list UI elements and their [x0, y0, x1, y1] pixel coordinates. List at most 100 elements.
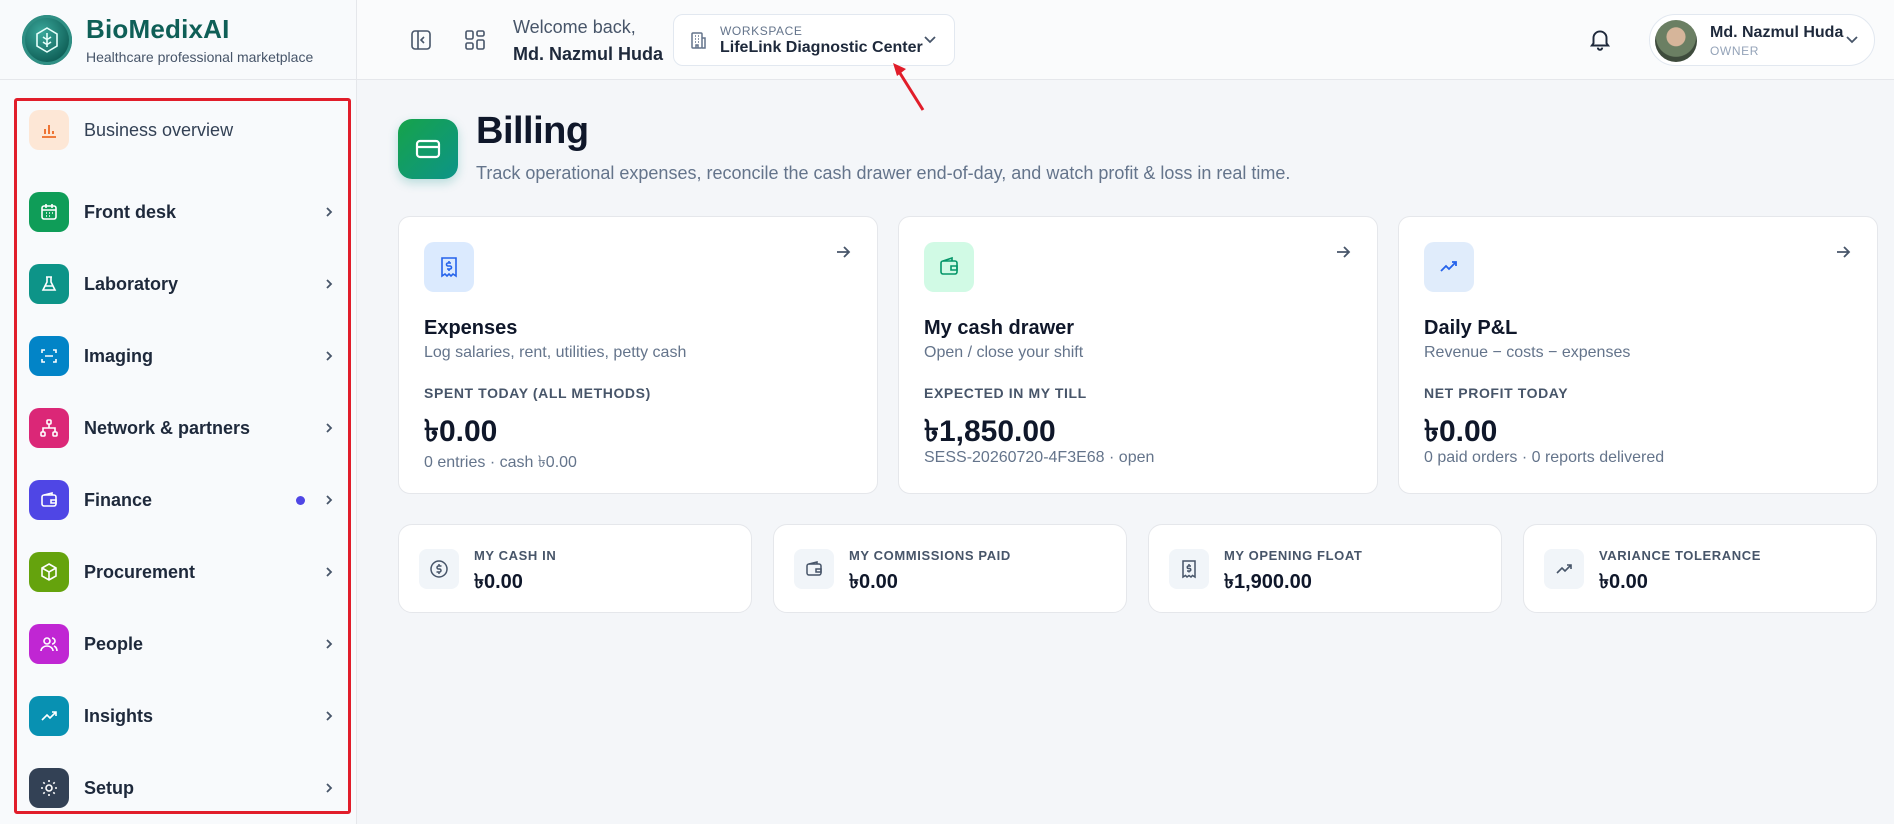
workspace-value: LifeLink Diagnostic Center — [720, 39, 923, 56]
brand[interactable]: BioMedixAI Healthcare professional marke… — [0, 0, 357, 80]
workspace-label: WORKSPACE — [720, 24, 803, 38]
sidebar-item-finance[interactable]: Finance — [29, 477, 339, 523]
chevron-right-icon — [319, 274, 339, 294]
trend-up-icon — [1544, 549, 1584, 589]
gear-icon — [29, 768, 69, 808]
sidebar-item-label: Insights — [84, 705, 154, 726]
card-footer: 0 paid orders · 0 reports delivered — [1424, 449, 1665, 466]
card-metric-label: NET PROFIT TODAY — [1424, 385, 1569, 401]
chevron-down-icon — [1844, 31, 1860, 52]
welcome-user: Md. Nazmul Huda — [513, 44, 664, 64]
users-icon — [29, 624, 69, 664]
card-footer: SESS-20260720-4F3E68 · open — [924, 449, 1155, 466]
sidebar-item-label: Setup — [84, 777, 135, 798]
welcome-text: Welcome back, — [513, 17, 636, 37]
card-title: Daily P&L — [1424, 317, 1518, 339]
bar-chart-icon — [29, 110, 69, 150]
my-opening-float-card: MY OPENING FLOAT ৳1,900.00 — [1148, 524, 1502, 613]
apps-grid-button[interactable] — [461, 26, 489, 54]
brand-name: BioMedixAI — [86, 14, 230, 44]
daily-pl-card[interactable]: Daily P&L Revenue − costs − expenses NET… — [1398, 216, 1878, 494]
welcome-message: Welcome back, Md. Nazmul Huda — [513, 17, 663, 65]
card-footer: 0 entries · cash ৳0.00 — [424, 454, 577, 471]
arrow-right-icon[interactable] — [834, 243, 852, 266]
trend-icon — [29, 696, 69, 736]
logo-icon — [22, 14, 72, 65]
wallet-icon — [794, 549, 834, 589]
card-description: Log salaries, rent, utilities, petty cas… — [424, 344, 687, 361]
mini-card-value: ৳1,900.00 — [1224, 571, 1312, 593]
card-metric-label: SPENT TODAY (ALL METHODS) — [424, 385, 651, 401]
expenses-card[interactable]: Expenses Log salaries, rent, utilities, … — [398, 216, 878, 494]
wallet-icon — [924, 242, 974, 292]
chevron-right-icon — [319, 634, 339, 654]
card-title: My cash drawer — [924, 317, 1075, 339]
sidebar-item-label: Business overview — [84, 119, 234, 140]
sidebar-item-insights[interactable]: Insights — [29, 693, 339, 739]
mini-card-label: MY OPENING FLOAT — [1224, 548, 1363, 563]
mini-card-label: VARIANCE TOLERANCE — [1599, 548, 1761, 563]
sidebar-item-business-overview[interactable]: Business overview — [29, 107, 339, 153]
arrow-right-icon[interactable] — [1834, 243, 1852, 266]
mini-card-value: ৳0.00 — [474, 571, 523, 593]
receipt-icon — [1169, 549, 1209, 589]
sidebar-item-label: Imaging — [84, 345, 154, 366]
user-menu[interactable]: Md. Nazmul Huda OWNER — [1649, 14, 1875, 66]
page-subtitle: Track operational expenses, reconcile th… — [476, 163, 1291, 183]
user-role: OWNER — [1710, 44, 1759, 58]
chevron-right-icon — [319, 346, 339, 366]
sidebar-item-procurement[interactable]: Procurement — [29, 549, 339, 595]
sidebar-item-front-desk[interactable]: Front desk — [29, 189, 339, 235]
chevron-right-icon — [319, 490, 339, 510]
card-description: Revenue − costs − expenses — [1424, 344, 1631, 361]
credit-card-icon — [398, 119, 458, 179]
chevron-right-icon — [319, 706, 339, 726]
calendar-icon — [29, 192, 69, 232]
sidebar-item-network-partners[interactable]: Network & partners — [29, 405, 339, 451]
sidebar-item-people[interactable]: People — [29, 621, 339, 667]
flask-icon — [29, 264, 69, 304]
sidebar-item-setup[interactable]: Setup — [29, 765, 339, 811]
sidebar-item-imaging[interactable]: Imaging — [29, 333, 339, 379]
sidebar-nav: Business overview Front desk Laboratory … — [14, 98, 351, 814]
sidebar-item-label: Front desk — [84, 201, 177, 222]
dollar-circle-icon — [419, 549, 459, 589]
sidebar-item-label: Network & partners — [84, 417, 251, 438]
sidebar-item-label: Laboratory — [84, 273, 179, 294]
mini-card-label: MY COMMISSIONS PAID — [849, 548, 1011, 563]
sidebar-item-label: Finance — [84, 489, 153, 510]
avatar — [1655, 20, 1697, 62]
my-cash-in-card: MY CASH IN ৳0.00 — [398, 524, 752, 613]
collapse-sidebar-button[interactable] — [407, 26, 435, 54]
chevron-right-icon — [319, 562, 339, 582]
network-icon — [29, 408, 69, 448]
trend-up-icon — [1424, 242, 1474, 292]
notifications-bell-icon[interactable] — [1587, 26, 1613, 57]
building-icon — [688, 30, 708, 55]
box-icon — [29, 552, 69, 592]
chevron-right-icon — [319, 418, 339, 438]
wallet-icon — [29, 480, 69, 520]
scan-icon — [29, 336, 69, 376]
arrow-right-icon[interactable] — [1334, 243, 1352, 266]
chevron-right-icon — [319, 202, 339, 222]
receipt-icon — [424, 242, 474, 292]
card-description: Open / close your shift — [924, 344, 1084, 361]
card-metric-label: EXPECTED IN MY TILL — [924, 385, 1087, 401]
workspace-selector[interactable]: WORKSPACE LifeLink Diagnostic Center — [673, 14, 955, 66]
notification-dot — [296, 495, 305, 505]
page-title: Billing — [476, 110, 589, 152]
sidebar-item-laboratory[interactable]: Laboratory — [29, 261, 339, 307]
chevron-down-icon — [922, 31, 938, 52]
mini-card-value: ৳0.00 — [849, 571, 898, 593]
annotation-arrow-icon — [893, 63, 925, 111]
card-title: Expenses — [424, 317, 518, 339]
sidebar: BioMedixAI Healthcare professional marke… — [0, 0, 357, 824]
chevron-right-icon — [319, 778, 339, 798]
sidebar-item-label: People — [84, 633, 144, 654]
my-commissions-paid-card: MY COMMISSIONS PAID ৳0.00 — [773, 524, 1127, 613]
top-header: Welcome back, Md. Nazmul Huda WORKSPACE … — [357, 0, 1894, 80]
variance-tolerance-card: VARIANCE TOLERANCE ৳0.00 — [1523, 524, 1877, 613]
mini-card-value: ৳0.00 — [1599, 571, 1648, 593]
cash-drawer-card[interactable]: My cash drawer Open / close your shift E… — [898, 216, 1378, 494]
